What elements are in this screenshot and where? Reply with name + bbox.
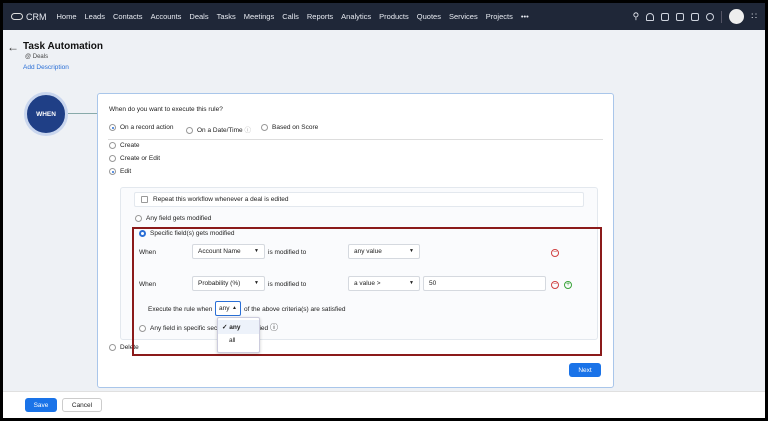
nav-more[interactable]: ••• bbox=[521, 12, 529, 21]
nav-calls[interactable]: Calls bbox=[282, 12, 299, 21]
bell-icon[interactable] bbox=[646, 12, 655, 21]
radio-create[interactable]: Create bbox=[109, 142, 140, 149]
nav-tasks[interactable]: Tasks bbox=[217, 12, 236, 21]
radio-label: On a Date/Time bbox=[197, 127, 243, 134]
nav-home[interactable]: Home bbox=[57, 12, 77, 21]
radio-label: Based on Score bbox=[272, 124, 319, 132]
checkbox-label: Repeat this workflow whenever a deal is … bbox=[153, 196, 289, 204]
when-badge: WHEN bbox=[24, 92, 68, 136]
brand-name: CRM bbox=[26, 11, 47, 22]
radio-date-time[interactable]: On a Date/Time ⓘ bbox=[186, 124, 251, 134]
radio-icon bbox=[109, 124, 116, 131]
radio-icon bbox=[186, 126, 193, 134]
dropdown-option-all[interactable]: all bbox=[218, 334, 259, 348]
nav-contacts[interactable]: Contacts bbox=[113, 12, 143, 21]
search-icon[interactable]: ⚲ bbox=[633, 11, 640, 22]
gift-icon[interactable] bbox=[691, 12, 700, 21]
calendar-icon[interactable] bbox=[676, 12, 685, 21]
crm-logo-icon bbox=[11, 13, 23, 20]
page-title: Task Automation bbox=[23, 41, 104, 52]
radio-icon bbox=[135, 215, 142, 222]
repeat-workflow-checkbox[interactable]: Repeat this workflow whenever a deal is … bbox=[134, 192, 584, 207]
highlight-box bbox=[132, 227, 602, 356]
save-button[interactable]: Save bbox=[25, 398, 57, 412]
nav-leads[interactable]: Leads bbox=[85, 12, 105, 21]
cancel-button[interactable]: Cancel bbox=[62, 398, 102, 412]
option-label: any bbox=[229, 324, 241, 331]
radio-based-on-score[interactable]: Based on Score bbox=[261, 124, 318, 131]
nav-deals[interactable]: Deals bbox=[189, 12, 208, 21]
rule-question: When do you want to execute this rule? bbox=[109, 106, 223, 113]
nav-meetings[interactable]: Meetings bbox=[244, 12, 274, 21]
nav-products[interactable]: Products bbox=[379, 12, 409, 21]
radio-label: Any field gets modified bbox=[146, 215, 212, 223]
nav-projects[interactable]: Projects bbox=[486, 12, 513, 21]
crm-logo[interactable]: CRM bbox=[11, 12, 47, 22]
radio-edit[interactable]: Edit bbox=[109, 168, 131, 175]
radio-icon bbox=[109, 168, 116, 175]
next-button[interactable]: Next bbox=[569, 363, 601, 377]
radio-label: On a record action bbox=[120, 124, 174, 132]
back-arrow-icon[interactable]: ← bbox=[7, 40, 19, 54]
radio-icon bbox=[109, 344, 116, 351]
radio-label: Create or Edit bbox=[120, 155, 161, 163]
add-note-icon[interactable] bbox=[661, 12, 670, 21]
nav-analytics[interactable]: Analytics bbox=[341, 12, 371, 21]
radio-any-field[interactable]: Any field gets modified bbox=[135, 215, 211, 222]
nav-services[interactable]: Services bbox=[449, 12, 478, 21]
dropdown-option-any[interactable]: ✓ any bbox=[218, 320, 259, 334]
nav-quotes[interactable]: Quotes bbox=[417, 12, 441, 21]
add-description-link[interactable]: Add Description bbox=[23, 64, 69, 71]
nav-reports[interactable]: Reports bbox=[307, 12, 333, 21]
any-all-dropdown: ✓ any all bbox=[217, 317, 260, 353]
rule-card: When do you want to execute this rule? O… bbox=[97, 93, 614, 388]
radio-label: Create bbox=[120, 142, 140, 150]
top-nav: CRM Home Leads Contacts Accounts Deals T… bbox=[3, 3, 765, 30]
nav-accounts[interactable]: Accounts bbox=[151, 12, 182, 21]
divider bbox=[108, 139, 603, 140]
connector-line bbox=[68, 113, 97, 114]
checkbox-icon bbox=[141, 196, 148, 203]
radio-icon bbox=[109, 142, 116, 149]
apps-grid-icon[interactable]: ∷ bbox=[751, 11, 757, 22]
gear-icon[interactable] bbox=[706, 12, 715, 21]
info-icon[interactable]: ⓘ bbox=[244, 127, 251, 134]
radio-icon bbox=[261, 124, 268, 131]
radio-record-action[interactable]: On a record action bbox=[109, 124, 173, 131]
avatar[interactable] bbox=[729, 9, 745, 24]
radio-label: Edit bbox=[120, 168, 132, 176]
footer-bar: Save Cancel bbox=[3, 391, 765, 418]
module-label: @ Deals bbox=[25, 54, 49, 60]
divider bbox=[721, 10, 723, 23]
radio-icon bbox=[109, 155, 116, 162]
radio-create-or-edit[interactable]: Create or Edit bbox=[109, 155, 160, 162]
option-label: all bbox=[229, 337, 236, 344]
